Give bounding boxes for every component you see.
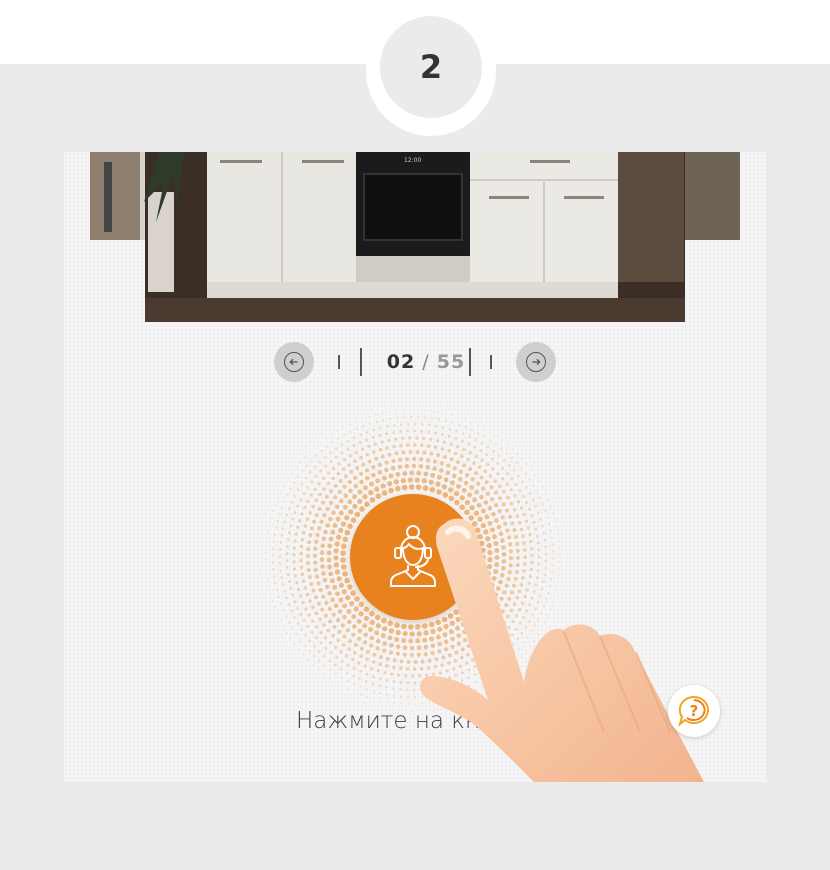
tutorial-frame: 12:00 02 / 55 Нажмите на кно ? [64, 152, 766, 782]
svg-text:?: ? [690, 702, 699, 720]
step-number: 2 [380, 16, 482, 118]
help-button[interactable]: ? [668, 685, 720, 737]
pointing-hand-icon [419, 518, 704, 782]
question-chat-icon: ? [678, 695, 709, 727]
